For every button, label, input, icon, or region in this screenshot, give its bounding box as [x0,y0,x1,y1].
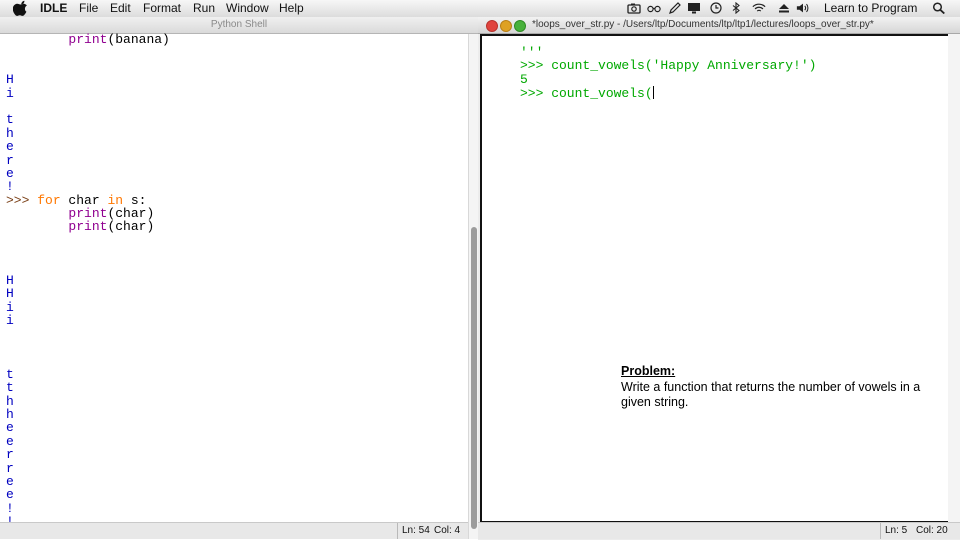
menu-format[interactable]: Format [143,1,181,16]
menu-app-name[interactable]: IDLE [40,1,67,16]
code-line: h [6,127,466,140]
code-line: ! [6,501,466,515]
code-token: >>> count_vowels( [520,86,653,102]
code-line: >>> count_vowels( [520,86,940,102]
code-line: H [6,274,466,287]
code-line: print(char) [6,207,466,220]
wifi-icon[interactable] [752,2,766,14]
code-line: h [6,408,466,421]
editor-title-bar[interactable]: *loops_over_str.py - /Users/ltp/Document… [478,17,960,34]
code-line: e [6,140,466,153]
menu-run[interactable]: Run [193,1,215,16]
code-line: >>> count_vowels('Happy Anniversary!') [520,59,940,72]
shell-title: Python Shell [210,19,268,30]
apple-icon[interactable] [13,0,29,17]
code-line: ''' [520,46,940,59]
problem-text: Write a function that returns the number… [621,379,921,410]
menu-file[interactable]: File [79,1,98,16]
code-line: print(char) [6,220,466,233]
minimize-button[interactable] [500,20,512,32]
code-line: H [6,73,466,86]
code-line: 5 [520,73,940,86]
menu-edit[interactable]: Edit [110,1,131,16]
code-line: r [6,448,466,461]
editor-code[interactable]: ''' >>> count_vowels('Happy Anniversary!'… [520,46,940,102]
zoom-button[interactable] [514,20,526,32]
editor-window: *loops_over_str.py - /Users/ltp/Document… [478,17,960,540]
code-token: (char) [107,219,155,235]
shell-title-bar[interactable]: Python Shell [0,17,478,34]
shell-status-bar: Ln: 54 Col: 4 [0,522,468,539]
code-line: r [6,461,466,475]
python-shell-window: Python Shell print(banana) Hi t h e r e! >>> fo… [0,17,479,540]
code-token: (banana) [107,33,170,47]
code-line: i [6,314,466,327]
close-button[interactable] [486,20,498,32]
code-line: t [6,381,466,394]
editor-line-number: Ln: 5 [880,523,911,539]
code-line: print(banana) [6,33,466,46]
code-token: i [6,313,14,329]
menu-help[interactable]: Help [279,1,304,16]
code-line: i [6,301,466,314]
code-line: h [6,394,466,408]
editor-scrollbar[interactable] [948,34,960,522]
camera-icon[interactable] [627,2,641,14]
shell-column-number: Col: 4 [434,525,461,536]
menu-window[interactable]: Window [226,1,269,16]
problem-title: Problem: [621,364,676,378]
volume-icon[interactable] [796,2,810,14]
code-line: r [6,153,466,167]
code-line: ! [6,180,466,193]
code-line: e [6,475,466,488]
editor-status-bar: Ln: 5 Col: 20 [478,522,960,539]
code-line: i [6,85,466,101]
text-cursor [652,86,654,100]
pen-icon[interactable] [668,2,682,14]
spotlight-icon[interactable] [932,2,946,14]
shell-scroll-thumb[interactable] [471,227,477,529]
code-token: print [68,219,108,235]
code-token: print [68,33,108,47]
editor-column-number: Col: 20 [916,525,948,536]
glasses-icon[interactable] [647,2,661,14]
code-line: t [6,113,466,126]
display-icon[interactable] [687,2,701,14]
code-line: >>> for char in s: [6,193,466,207]
menubar-user-title[interactable]: Learn to Program [824,1,917,16]
clock-icon[interactable] [709,2,723,14]
code-line: e [6,167,466,180]
code-line: e [6,488,466,501]
code-line: H [6,287,466,300]
code-line: t [6,368,466,381]
shell-line-number: Ln: 54 [397,523,434,539]
problem-box: Problem: Write a function that returns t… [621,364,931,411]
menu-bar: IDLE File Edit Format Run Window Help Le… [0,0,960,18]
code-token: 5 [520,71,528,87]
editor-text-area[interactable]: ''' >>> count_vowels('Happy Anniversary!'… [480,34,950,523]
bluetooth-icon[interactable] [729,2,743,14]
code-token: i [6,85,14,101]
eject-icon[interactable] [777,2,791,14]
code-line: e [6,435,466,448]
shell-text-area[interactable]: print(banana) Hi t h e r e! >>> for char in s: … [6,33,466,523]
code-line: e [6,421,466,434]
editor-title: *loops_over_str.py - /Users/ltp/Document… [532,19,874,30]
code-token: >>> count_vowels('Happy Anniversary!') [520,58,817,74]
